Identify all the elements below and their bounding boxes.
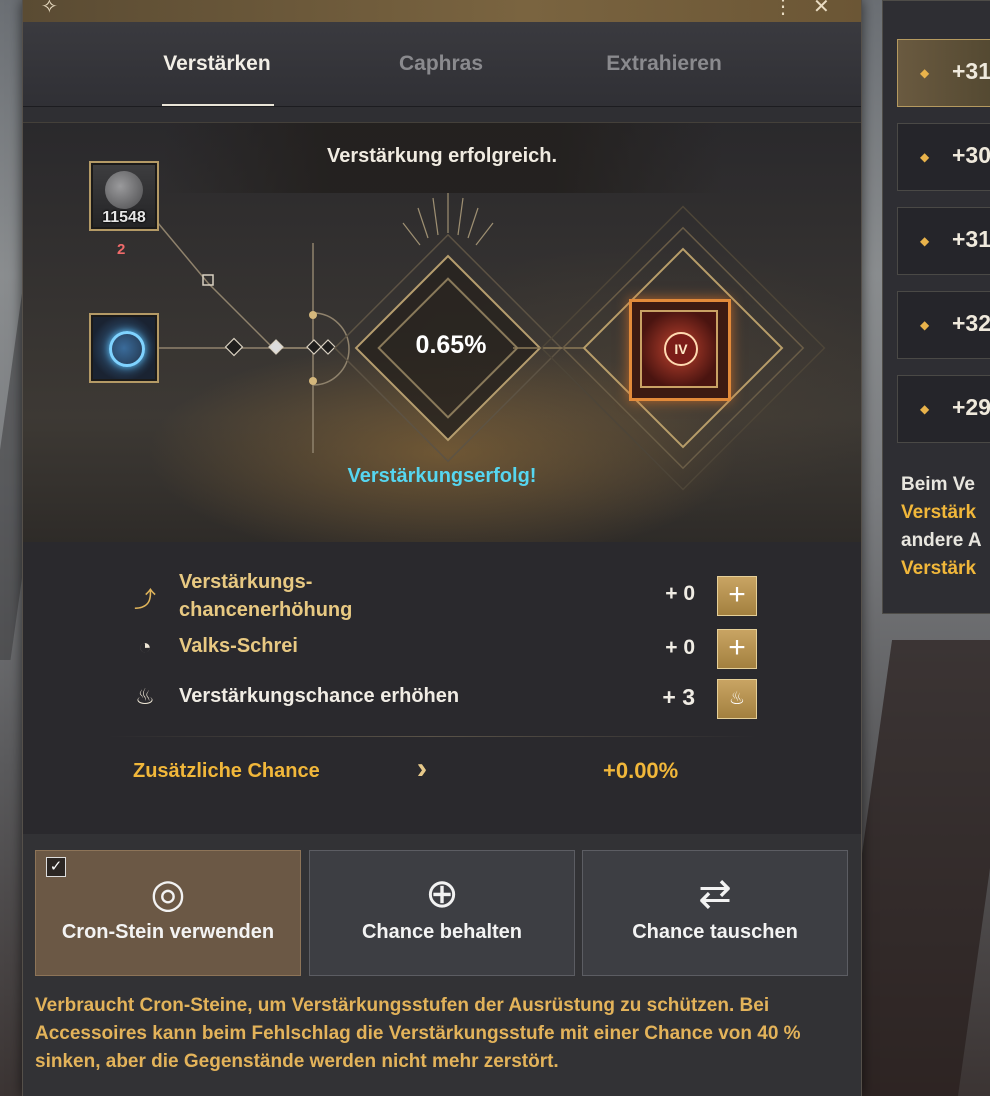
arrow-up-icon: ⤴ [133, 587, 156, 612]
success-rate: 0.65% [415, 331, 487, 359]
failstack-label: +31 [952, 226, 990, 252]
failstack-item[interactable]: ◆ +31 [897, 207, 990, 275]
accessory-ring-icon [109, 331, 145, 367]
desc-line: Verstärk [901, 558, 977, 579]
diamond-icon: ◆ [920, 402, 930, 416]
flame-icon: ♨ [135, 684, 155, 709]
stat-row-valks: ◔ Valks-Schrei + 0 + [131, 628, 761, 669]
tab-caphras[interactable]: Caphras [341, 52, 541, 76]
keep-chance-option[interactable]: ⊕ Chance behalten [309, 850, 575, 976]
enhance-level-badge: IV [664, 332, 698, 366]
option-label: Cron-Stein verwenden [61, 921, 275, 943]
failstack-label: +32 [952, 310, 990, 336]
tab-extrahieren[interactable]: Extrahieren [564, 52, 764, 76]
stat-value: + 0 [665, 636, 695, 659]
stat-value: + 0 [665, 582, 695, 605]
base-item-slot[interactable] [89, 313, 159, 383]
cron-stone-count: 11548 [102, 209, 146, 226]
stat-row-enhance-chance: ♨ Verstärkungschance erhöhen + 3 ♨ [131, 678, 761, 719]
stat-row-chance-increase: ⤴ Verstärkungs- chancenerhöhung + 0 + [131, 568, 761, 622]
failstack-label: +29 [952, 394, 990, 420]
diamond-icon: ◆ [920, 150, 930, 164]
result-item-icon: IV [640, 310, 718, 388]
enhancement-scene: Verstärkung erfolgreich. 11548 2 0.65% I… [23, 122, 861, 544]
valks-icon: ◔ [138, 634, 152, 659]
protection-options: ✓ ◎ Cron-Stein verwenden ⊕ Chance behalt… [23, 834, 861, 1096]
option-description: Verbraucht Cron-Steine, um Verstärkungss… [35, 995, 801, 1072]
option-label: Chance tauschen [632, 921, 798, 943]
diamond-icon: ◆ [920, 318, 930, 332]
window-titlebar: ✧ ⋮ ✕ [23, 0, 861, 23]
bonus-panel: ⤴ Verstärkungs- chancenerhöhung + 0 + ◔ … [23, 542, 861, 834]
failstack-label: +30 [952, 142, 990, 168]
swap-arrows-icon: ⇄ [698, 872, 732, 916]
option-label: Chance behalten [361, 921, 523, 943]
stat-label: Verstärkungs- chancenerhöhung [179, 568, 352, 624]
failstack-label: +31 [952, 58, 990, 84]
help-icon[interactable]: ⋮ [773, 0, 793, 19]
stat-value: + 3 [662, 684, 695, 710]
stat-label-line1: Verstärkungs- [179, 571, 313, 593]
add-chance-button[interactable]: + [717, 576, 757, 616]
window-emblem-icon: ✧ [41, 0, 58, 18]
active-tab-indicator [162, 104, 274, 106]
extra-chance-label: Zusätzliche Chance [133, 760, 320, 782]
cron-stone-option[interactable]: ✓ ◎ Cron-Stein verwenden [35, 850, 301, 976]
desc-line: Beim Ve [901, 474, 975, 495]
desc-line: andere A [901, 530, 982, 551]
failstack-panel: ◆ +31 ◆ +30 ◆ +31 ◆ +32 ◆ +29 Beim Ve Ve… [882, 0, 990, 614]
family-bonus-button[interactable]: ♨ [717, 679, 757, 719]
stat-label: Verstärkungschance erhöhen [179, 685, 460, 707]
stat-label: Valks-Schrei [179, 635, 298, 657]
close-icon[interactable]: ✕ [813, 0, 830, 19]
desc-line: Verstärk [901, 502, 977, 523]
tab-verstaerken[interactable]: Verstärken [117, 52, 317, 76]
failstack-item[interactable]: ◆ +31 [897, 39, 990, 107]
stat-label-line2: chancenerhöhung [179, 599, 353, 621]
divider [107, 736, 757, 737]
success-message: Verstärkungserfolg! [347, 465, 537, 487]
cron-stone-icon [105, 171, 143, 209]
swap-chance-option[interactable]: ⇄ Chance tauschen [582, 850, 848, 976]
cron-stone-icon: ◎ [150, 872, 186, 916]
add-valks-button[interactable]: + [717, 629, 757, 669]
failstack-item[interactable]: ◆ +29 [897, 375, 990, 443]
diamond-icon: ◆ [920, 66, 930, 80]
enhancement-window: ✧ ⋮ ✕ Verstärken Caphras Extrahieren Ver… [22, 0, 862, 1096]
failstack-item[interactable]: ◆ +32 [897, 291, 990, 359]
extra-chance-value: +0.00% [603, 758, 679, 783]
result-item-slot[interactable]: IV [629, 299, 731, 401]
cron-stone-slot[interactable]: 11548 [89, 161, 159, 231]
arrow-down-circle-icon: ⊕ [425, 872, 459, 916]
diamond-icon: ◆ [920, 234, 930, 248]
cron-stone-required: 2 [117, 241, 126, 258]
failstack-item[interactable]: ◆ +30 [897, 123, 990, 191]
tab-bar: Verstärken Caphras Extrahieren [23, 22, 861, 107]
failstack-description: Beim Ve Verstärk andere A Verstärk [901, 471, 990, 583]
